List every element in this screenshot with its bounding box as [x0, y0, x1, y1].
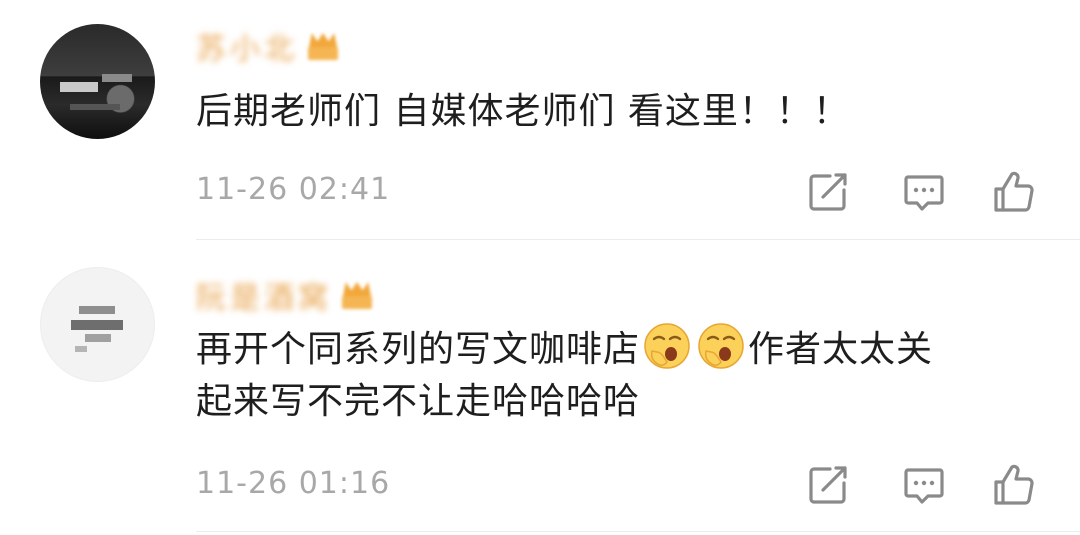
- comment-text: 后期老师们 自媒体老师们 看这里！！！: [196, 86, 1056, 138]
- reply-button[interactable]: [902, 170, 946, 214]
- comment-item: 阮是酒窝 再开个同系列的写文咖啡店 作者太太关 起来写不完不让走哈哈哈哈 11-…: [0, 241, 1080, 535]
- like-button[interactable]: [992, 170, 1036, 214]
- comment-icon: [904, 468, 944, 504]
- comment-actions: [806, 170, 1046, 214]
- share-icon: [809, 466, 847, 504]
- comment-icon: [904, 175, 944, 211]
- comment-text-line1: 再开个同系列的写文咖啡店: [196, 329, 641, 370]
- comment-list: 苏小北 后期老师们 自媒体老师们 看这里！！！ 11-26 02:41 阮是酒窝…: [0, 0, 1080, 535]
- comment-timestamp: 11-26 01:16: [196, 466, 391, 501]
- comment-text-content: 后期老师们 自媒体老师们 看这里！！！: [196, 91, 850, 132]
- comment-item: 苏小北 后期老师们 自媒体老师们 看这里！！！ 11-26 02:41: [0, 0, 1080, 240]
- username[interactable]: 阮是酒窝: [196, 273, 374, 317]
- yawn-emoji: [644, 323, 690, 369]
- username-text[interactable]: 苏小北: [196, 24, 298, 68]
- thumbs-up-icon: [994, 464, 1034, 505]
- crown-badge-icon: [306, 31, 340, 61]
- share-button[interactable]: [806, 463, 850, 507]
- divider: [196, 531, 1080, 532]
- username[interactable]: 苏小北: [196, 24, 340, 68]
- comment-timestamp: 11-26 02:41: [196, 172, 391, 207]
- reply-button[interactable]: [902, 463, 946, 507]
- comment-text-line2: 起来写不完不让走哈哈哈哈: [196, 381, 641, 422]
- share-icon: [809, 173, 847, 211]
- comment-text-line1-tail: 作者太太关: [748, 329, 934, 370]
- thumbs-up-icon: [994, 171, 1034, 212]
- comment-text: 再开个同系列的写文咖啡店 作者太太关 起来写不完不让走哈哈哈哈: [196, 321, 1056, 428]
- crown-badge-icon: [340, 280, 374, 310]
- user-avatar[interactable]: [40, 24, 155, 139]
- user-avatar[interactable]: [40, 267, 155, 382]
- like-button[interactable]: [992, 463, 1036, 507]
- divider: [196, 239, 1080, 240]
- username-text[interactable]: 阮是酒窝: [196, 273, 332, 317]
- comment-actions: [806, 463, 1046, 507]
- share-button[interactable]: [806, 170, 850, 214]
- yawn-emoji: [698, 323, 744, 369]
